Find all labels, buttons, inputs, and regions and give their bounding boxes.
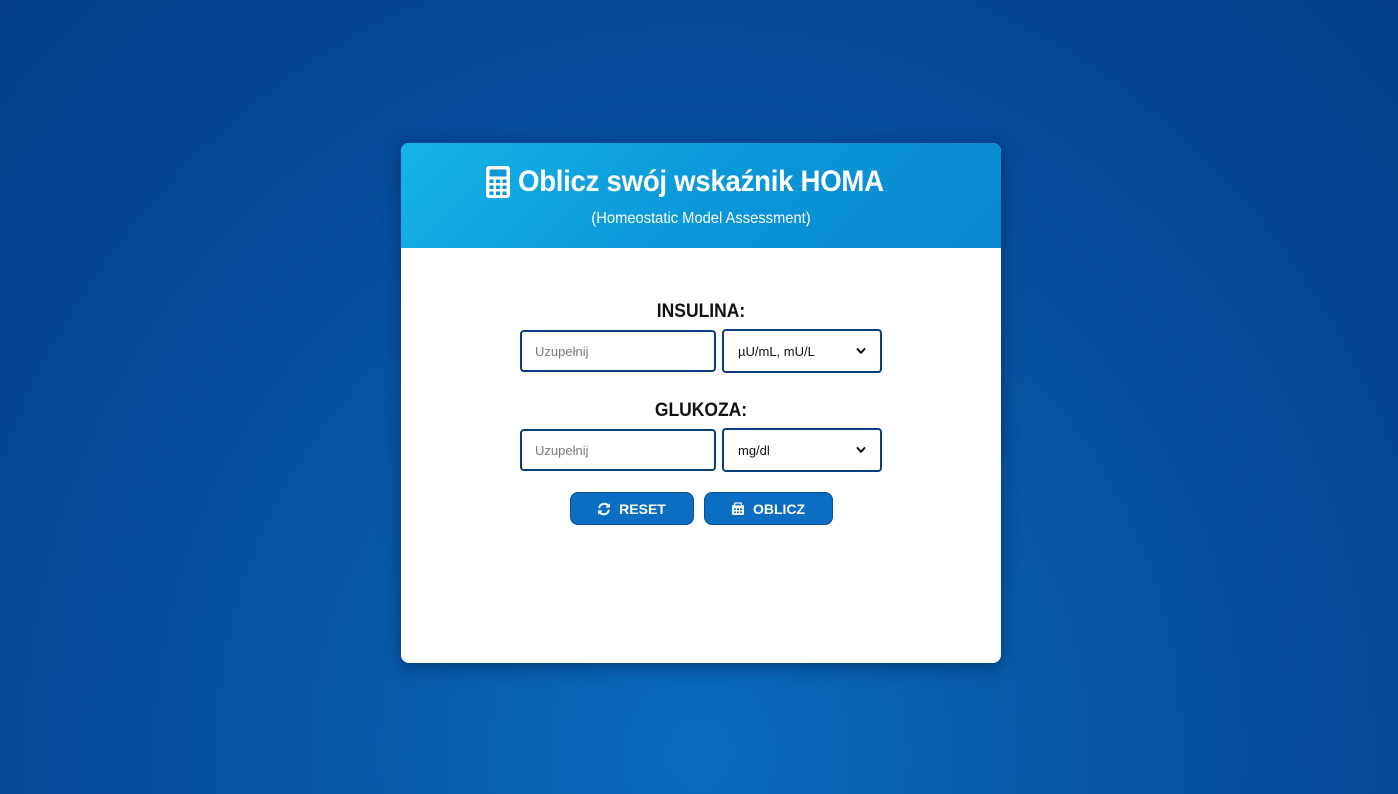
page-title: Oblicz swój wskaźnik HOMA [518,165,884,198]
page-subtitle: (Homeostatic Model Assessment) [591,210,811,227]
insulin-row: µU/mL, mU/L [401,329,1001,373]
calculate-button-label: OBLICZ [752,500,806,517]
chevron-down-icon [856,348,866,354]
glucose-label: GLUKOZA: [654,400,748,421]
insulin-unit-select[interactable]: µU/mL, mU/L [722,329,882,373]
title-row: Oblicz swój wskaźnik HOMA [401,163,1001,201]
glucose-unit-value: mg/dl [738,442,770,458]
refresh-icon [598,502,610,515]
action-buttons: RESET OBLICZ [401,492,1001,525]
calculator-icon [731,502,744,515]
calculator-icon [486,166,511,198]
glucose-unit-select[interactable]: mg/dl [722,428,882,472]
calculate-button[interactable]: OBLICZ [703,492,833,525]
card-header: Oblicz swój wskaźnik HOMA (Homeostatic M… [401,143,1001,248]
card-body: INSULINA: µU/mL, mU/L GLUKOZA: mg/dl [401,248,1001,525]
glucose-input[interactable] [520,429,716,471]
chevron-down-icon [856,447,866,453]
reset-button[interactable]: RESET [569,492,694,525]
insulin-input[interactable] [520,330,716,372]
homa-calculator-card: Oblicz swój wskaźnik HOMA (Homeostatic M… [401,143,1001,663]
glucose-row: mg/dl [401,428,1001,472]
insulin-unit-value: µU/mL, mU/L [738,343,815,359]
reset-button-label: RESET [619,500,666,517]
insulin-label: INSULINA: [656,301,746,322]
